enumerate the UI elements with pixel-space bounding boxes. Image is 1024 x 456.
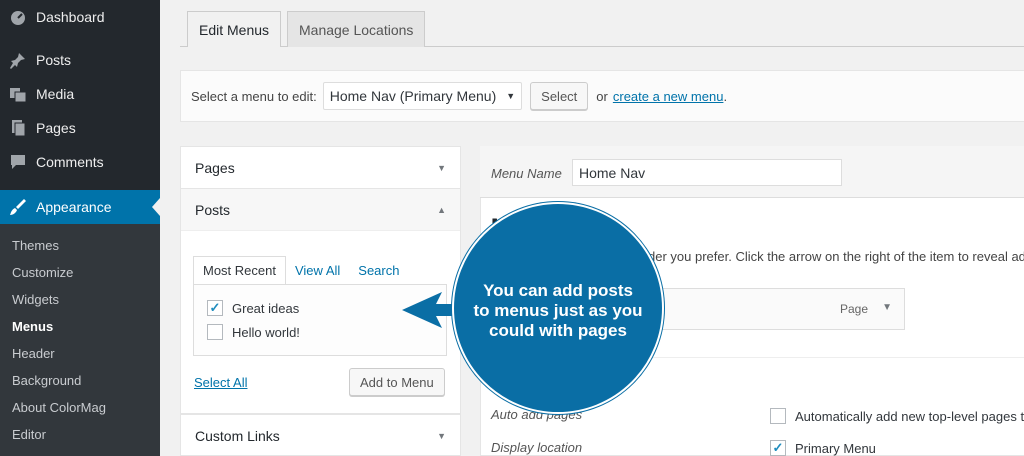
submenu-item-background[interactable]: Background — [12, 373, 81, 388]
submenu-item-widgets[interactable]: Widgets — [12, 292, 59, 307]
accordion-custom-links[interactable]: Custom Links ▼ — [180, 414, 461, 456]
tab-view-all[interactable]: View All — [286, 256, 349, 284]
list-item[interactable]: ✓ Great ideas — [207, 300, 299, 316]
paintbrush-icon — [0, 198, 36, 216]
sidebar-item-label: Appearance — [36, 199, 112, 215]
accordion-posts-header[interactable]: Posts ▲ — [181, 189, 460, 231]
submenu-item-themes[interactable]: Themes — [12, 238, 59, 253]
admin-sidebar: Dashboard Posts Media Pages Comments App… — [0, 0, 160, 456]
sidebar-item-label: Comments — [36, 154, 104, 170]
tab-most-recent[interactable]: Most Recent — [193, 256, 286, 284]
pushpin-icon — [0, 51, 36, 69]
post-label: Hello world! — [232, 324, 300, 340]
chevron-down-icon[interactable]: ▼ — [882, 302, 892, 313]
sidebar-item-comments[interactable]: Comments — [0, 145, 160, 179]
posts-tabs: Most Recent View All Search — [193, 256, 408, 284]
submenu-item-header[interactable]: Header — [12, 346, 55, 361]
callout-text: You can add posts to menus just as you c… — [473, 281, 643, 340]
accordion-pages-title: Pages — [195, 160, 235, 176]
sidebar-item-label: Posts — [36, 52, 72, 68]
accordion-posts-title: Posts — [195, 201, 231, 218]
checkbox-great-ideas[interactable]: ✓ — [207, 300, 223, 316]
media-icon — [0, 85, 36, 103]
triangle-up-icon: ▲ — [437, 204, 446, 215]
menu-select-value: Home Nav (Primary Menu) — [329, 88, 497, 104]
post-label: Great ideas — [232, 300, 300, 316]
menu-instructions: der you prefer. Click the arrow on the r… — [648, 249, 1024, 264]
or-text: or — [596, 88, 608, 104]
menu-name-field[interactable]: Home Nav — [572, 159, 842, 186]
checkbox-primary-menu[interactable]: ✓ — [770, 440, 786, 456]
menu-select-bar: Select a menu to edit: Home Nav (Primary… — [180, 70, 1024, 122]
primary-menu-label: Primary Menu — [795, 440, 876, 456]
add-to-menu-button[interactable]: Add to Menu — [349, 368, 445, 396]
appearance-submenu: Themes Customize Widgets Menus Header Ba… — [0, 224, 160, 456]
sidebar-item-appearance[interactable]: Appearance — [0, 190, 160, 224]
create-new-menu-link[interactable]: create a new menu — [613, 89, 724, 104]
comments-icon — [0, 153, 36, 171]
accordion-custom-links-title: Custom Links — [195, 428, 280, 444]
period-text: . — [723, 88, 728, 104]
accordion-pages-header[interactable]: Pages ▼ — [181, 147, 460, 189]
primary-menu-option[interactable]: ✓ Primary Menu — [770, 440, 876, 456]
sidebar-item-label: Pages — [36, 120, 76, 136]
sidebar-item-media[interactable]: Media — [0, 77, 160, 111]
list-item[interactable]: Hello world! — [207, 324, 300, 340]
checkbox-hello-world[interactable] — [207, 324, 223, 340]
tab-search[interactable]: Search — [349, 256, 408, 284]
accordion-pages[interactable]: Pages ▼ — [180, 146, 461, 189]
sidebar-item-label: Media — [36, 86, 75, 102]
submenu-item-editor[interactable]: Editor — [12, 427, 46, 442]
sidebar-item-dashboard[interactable]: Dashboard — [0, 0, 160, 34]
select-all-link[interactable]: Select All — [194, 375, 247, 390]
sidebar-item-posts[interactable]: Posts — [0, 43, 160, 77]
dashboard-icon — [0, 8, 36, 26]
submenu-item-about-colormag[interactable]: About ColorMag — [12, 400, 106, 415]
pages-icon — [0, 119, 36, 137]
display-location-label: Display location — [491, 440, 583, 455]
checkbox-auto-add[interactable] — [770, 408, 786, 424]
auto-add-option-label: Automatically add new top-level pages t — [795, 408, 1024, 424]
menu-select-dropdown[interactable]: Home Nav (Primary Menu) ▼ — [322, 82, 523, 110]
accordion-custom-links-header[interactable]: Custom Links ▼ — [181, 415, 460, 456]
select-button[interactable]: Select — [530, 82, 589, 110]
submenu-item-customize[interactable]: Customize — [12, 265, 73, 280]
menu-name-label: Menu Name — [491, 166, 562, 181]
tab-manage-locations[interactable]: Manage Locations — [287, 11, 426, 47]
chevron-down-icon: ▼ — [506, 91, 516, 101]
callout-bubble: You can add posts to menus just as you c… — [452, 202, 664, 414]
triangle-down-icon: ▼ — [437, 163, 446, 173]
submenu-item-menus[interactable]: Menus — [12, 319, 53, 334]
triangle-down-icon: ▼ — [437, 431, 446, 441]
sidebar-item-label: Dashboard — [36, 9, 105, 25]
menu-item-type: Page — [839, 302, 868, 316]
auto-add-option[interactable]: Automatically add new top-level pages t — [770, 408, 1024, 424]
tab-edit-menus[interactable]: Edit Menus — [187, 11, 282, 47]
select-menu-label: Select a menu to edit: — [191, 88, 317, 104]
sidebar-item-pages[interactable]: Pages — [0, 111, 160, 145]
